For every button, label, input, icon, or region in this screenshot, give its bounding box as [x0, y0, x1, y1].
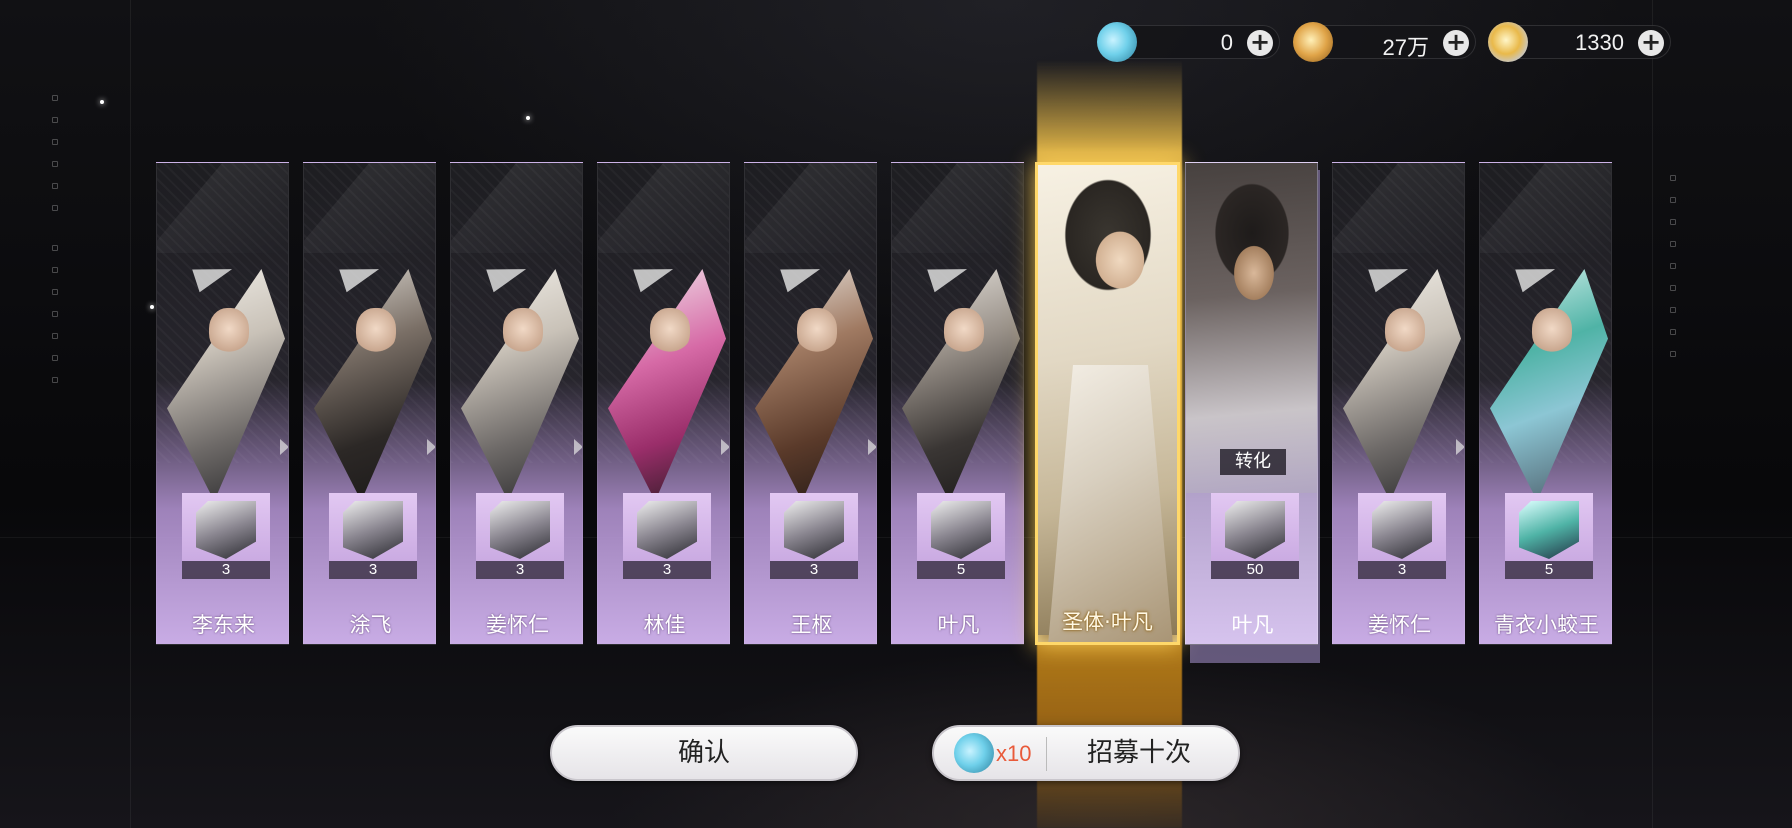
hero-portrait-face: [356, 308, 396, 354]
hero-card[interactable]: 3 李东来: [156, 162, 289, 645]
coin-icon: [1293, 22, 1333, 62]
hero-avatar: [490, 501, 550, 559]
hero-fragment-badge: 3: [329, 493, 417, 579]
fragment-count: 50: [1211, 561, 1299, 579]
card-arrow-icon: [427, 439, 435, 455]
currency-value: 27万: [1382, 35, 1429, 60]
confirm-button[interactable]: 确认: [550, 725, 858, 781]
hero-name: 青衣小蛟王: [1494, 613, 1599, 637]
hero-card[interactable]: 3 姜怀仁: [1332, 162, 1465, 645]
hero-avatar: [931, 501, 991, 559]
hero-portrait-face: [1385, 308, 1425, 354]
key-token-icon: [1488, 22, 1528, 62]
button-divider: [1046, 737, 1047, 771]
hero-portrait-face: [209, 308, 249, 354]
hero-card[interactable]: 5 青衣小蛟王: [1479, 162, 1612, 645]
hero-name: 涂飞: [349, 613, 392, 637]
hero-name: 叶凡: [1231, 613, 1274, 637]
side-decoration-left-2: [52, 245, 60, 383]
hero-fragment-badge: 3: [770, 493, 858, 579]
currency-coin: 27万 +: [1293, 22, 1476, 62]
sparkle: [150, 305, 154, 309]
featured-hero-card[interactable]: 圣体·叶凡: [1035, 162, 1180, 645]
hero-fragment-badge: 5: [917, 493, 1005, 579]
hero-name: 王枢: [790, 613, 833, 637]
hero-name: 姜怀仁: [1368, 613, 1431, 637]
hero-name: 林佳: [643, 613, 686, 637]
frame-line-left: [130, 0, 131, 828]
hero-card[interactable]: 3 林佳: [597, 162, 730, 645]
frame-line-right: [1652, 0, 1653, 828]
card-arrow-icon: [868, 439, 876, 455]
hero-avatar: [784, 501, 844, 559]
currency-value: 1330: [1575, 30, 1624, 55]
recruit-label: 招募十次: [1086, 738, 1191, 768]
hero-avatar: [1372, 501, 1432, 559]
fragment-count: 3: [623, 561, 711, 579]
hero-avatar: [343, 501, 403, 559]
hero-portrait-face: [944, 308, 984, 354]
recruit-ten-button[interactable]: x10 招募十次: [932, 725, 1240, 781]
fish-token-icon: [1097, 22, 1137, 62]
sparkle: [526, 116, 530, 120]
card-arrow-icon: [280, 439, 288, 455]
hero-name: 叶凡: [937, 613, 980, 637]
recruit-cost: x10: [996, 741, 1032, 766]
currency-fish-token: 0 +: [1097, 22, 1280, 62]
hero-avatar: [1519, 501, 1579, 559]
hero-avatar: [196, 501, 256, 559]
side-decoration-left: [52, 95, 60, 211]
fragment-count: 3: [329, 561, 417, 579]
card-arrow-icon: [721, 439, 729, 455]
fragment-count: 5: [917, 561, 1005, 579]
add-fish-token-button[interactable]: +: [1247, 30, 1273, 56]
hero-fragment-badge: 3: [1358, 493, 1446, 579]
hero-fragment-badge: 5: [1505, 493, 1593, 579]
sparkle: [100, 100, 104, 104]
hero-portrait-face: [797, 308, 837, 354]
fragment-count: 3: [476, 561, 564, 579]
fragment-count: 5: [1505, 561, 1593, 579]
featured-hero-name: 圣体·叶凡: [1062, 610, 1153, 634]
hero-portrait-face: [503, 308, 543, 354]
fragment-count: 3: [182, 561, 270, 579]
hero-portrait-face: [650, 308, 690, 354]
hero-name: 姜怀仁: [486, 613, 549, 637]
hero-fragment-badge: 3: [476, 493, 564, 579]
hero-card[interactable]: 3 姜怀仁: [450, 162, 583, 645]
currency-value: 0: [1220, 30, 1233, 55]
add-coin-button[interactable]: +: [1443, 30, 1469, 56]
currency-key-token: 1330 +: [1488, 22, 1671, 62]
convert-label: 转化: [1220, 449, 1286, 475]
card-arrow-icon: [1456, 439, 1464, 455]
add-key-token-button[interactable]: +: [1638, 30, 1664, 56]
fish-token-icon: [954, 733, 994, 773]
hero-avatar: [1225, 501, 1285, 559]
hero-fragment-badge: 50: [1211, 493, 1299, 579]
hero-card[interactable]: 5 叶凡: [891, 162, 1024, 645]
converted-hero-card[interactable]: 转化 50 叶凡: [1185, 162, 1318, 645]
hero-portrait-face: [1532, 308, 1572, 354]
hero-fragment-badge: 3: [623, 493, 711, 579]
fragment-count: 3: [770, 561, 858, 579]
card-arrow-icon: [574, 439, 582, 455]
converted-hero-portrait: [1186, 163, 1317, 493]
hero-card[interactable]: 3 涂飞: [303, 162, 436, 645]
hero-name: 李东来: [192, 613, 255, 637]
hero-fragment-badge: 3: [182, 493, 270, 579]
side-decoration-right: [1670, 175, 1678, 357]
hero-card[interactable]: 3 王枢: [744, 162, 877, 645]
hero-avatar: [637, 501, 697, 559]
fragment-count: 3: [1358, 561, 1446, 579]
